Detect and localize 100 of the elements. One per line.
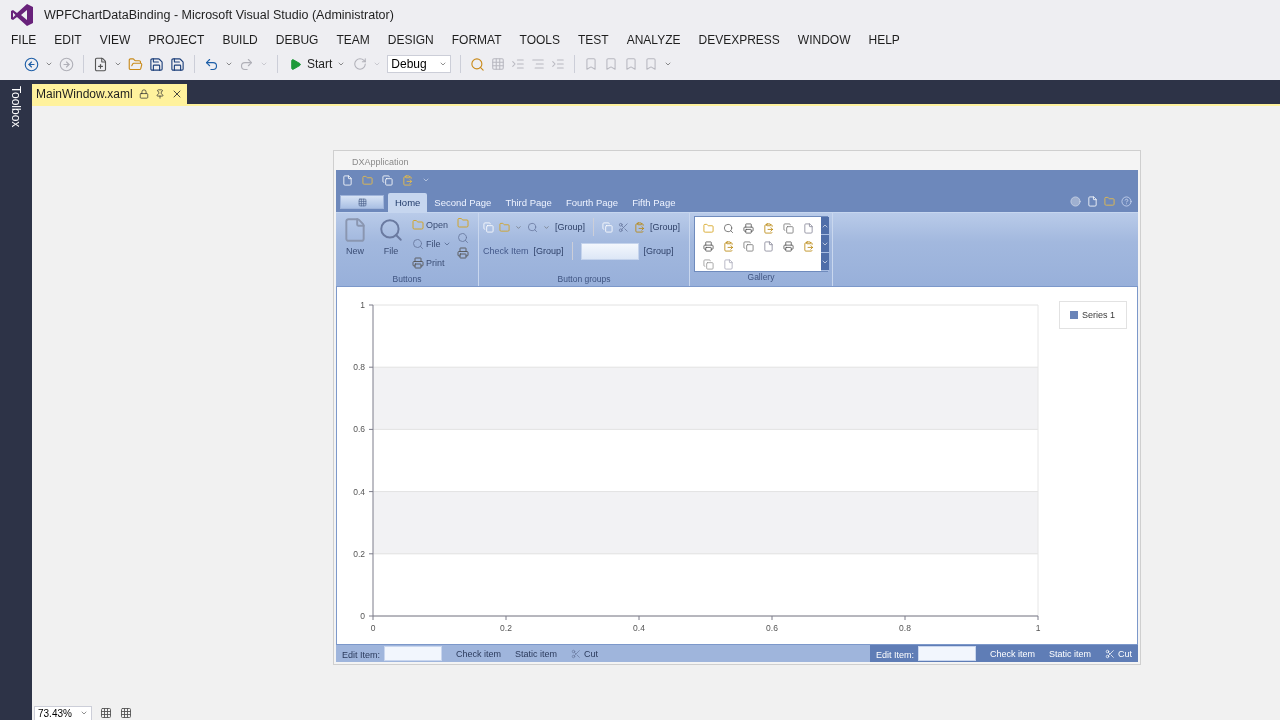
search-icon[interactable] <box>722 222 734 234</box>
cut-button[interactable]: Cut <box>571 648 599 659</box>
menu-item[interactable]: DEVEXPRESS <box>689 30 789 50</box>
file-icon[interactable] <box>722 258 734 270</box>
clipboard-icon[interactable] <box>722 240 734 252</box>
edit-field[interactable] <box>384 646 442 661</box>
back-icon[interactable] <box>24 56 39 72</box>
scissors-icon <box>1105 648 1115 659</box>
copy-icon[interactable] <box>382 174 393 186</box>
file-button[interactable]: File <box>376 215 406 274</box>
check-item[interactable]: Check item <box>989 648 1035 659</box>
configuration-dropdown[interactable]: Debug <box>387 55 452 73</box>
file-icon[interactable] <box>762 240 774 252</box>
copy-icon[interactable] <box>742 240 754 252</box>
search-icon[interactable] <box>456 232 469 244</box>
caret-icon <box>337 60 346 68</box>
y-tick-label: 1 <box>360 300 365 310</box>
grid-icon[interactable] <box>119 707 132 719</box>
open-button[interactable]: Open <box>412 217 451 233</box>
scissors-icon[interactable] <box>618 221 629 233</box>
menu-item[interactable]: TEST <box>569 30 618 50</box>
caret-icon <box>442 240 451 248</box>
menu-item[interactable]: HELP <box>859 30 909 50</box>
copy-icon[interactable] <box>602 221 613 233</box>
indent-icon[interactable] <box>551 57 566 71</box>
bookmark-icon[interactable] <box>584 57 599 71</box>
expand-button[interactable] <box>821 253 829 271</box>
save-all-icon[interactable] <box>170 56 185 72</box>
menu-item[interactable]: DEBUG <box>266 30 328 50</box>
caret-icon <box>45 60 53 68</box>
cut-button[interactable]: Cut <box>1105 648 1132 659</box>
toolbox-tab[interactable]: Toolbox <box>9 86 23 128</box>
check-item[interactable]: Check item <box>456 648 502 659</box>
menu-item[interactable]: TOOLS <box>510 30 569 50</box>
help-icon[interactable] <box>1121 196 1132 207</box>
folder-icon[interactable] <box>1104 196 1115 207</box>
printer-icon[interactable] <box>742 222 754 234</box>
undo-icon[interactable] <box>204 56 219 72</box>
pin-icon[interactable] <box>154 89 165 99</box>
refresh-icon[interactable] <box>353 57 368 71</box>
new-button[interactable]: New <box>340 215 370 274</box>
forward-icon[interactable] <box>59 56 74 72</box>
redo-icon[interactable] <box>239 56 254 72</box>
folder-icon[interactable] <box>499 221 510 233</box>
caret-icon <box>260 60 268 68</box>
caret-icon <box>515 223 522 231</box>
search-icon <box>378 217 404 243</box>
menu-item[interactable]: WINDOW <box>788 30 860 50</box>
application-menu-button[interactable] <box>340 195 384 209</box>
menu-item[interactable]: VIEW <box>90 30 140 50</box>
ribbon-field[interactable] <box>580 242 639 260</box>
start-button[interactable]: Start <box>287 57 348 71</box>
ribbon-tab[interactable]: Home <box>388 193 428 212</box>
save-icon[interactable] <box>149 56 164 72</box>
menu-item[interactable]: EDIT <box>45 30 91 50</box>
folder-icon[interactable] <box>456 217 469 229</box>
file-button[interactable]: File <box>412 236 451 252</box>
printer-icon[interactable] <box>456 247 469 259</box>
menu-item[interactable]: FORMAT <box>442 30 511 50</box>
menu-item[interactable]: DESIGN <box>378 30 443 50</box>
indent-icon[interactable] <box>511 57 526 71</box>
clipboard-icon[interactable] <box>762 222 774 234</box>
menu-item[interactable]: TEAM <box>327 30 379 50</box>
align-right-icon[interactable] <box>531 57 546 71</box>
grid-icon[interactable] <box>99 707 112 719</box>
gallery[interactable] <box>694 216 828 272</box>
x-tick-label: 0.6 <box>766 623 778 633</box>
file-icon[interactable] <box>802 222 814 234</box>
clipboard-icon[interactable] <box>634 221 645 233</box>
copy-icon[interactable] <box>782 222 794 234</box>
printer-icon[interactable] <box>782 240 794 252</box>
scroll-up-button[interactable] <box>821 217 829 235</box>
group-caption: Button groups <box>556 274 612 286</box>
bookmark-icon[interactable] <box>624 57 639 71</box>
print-button[interactable]: Print <box>412 255 451 271</box>
clipboard-icon[interactable] <box>802 240 814 252</box>
search-icon[interactable] <box>527 221 538 233</box>
visual-studio-logo <box>10 3 34 27</box>
circle-icon[interactable] <box>1070 196 1081 207</box>
bookmark-icon[interactable] <box>644 57 659 71</box>
check-item[interactable]: Check Item <box>483 246 529 256</box>
clipboard-icon[interactable] <box>402 174 413 186</box>
zoom-dropdown[interactable]: 73.43% <box>34 705 92 720</box>
menu-item[interactable]: FILE <box>2 30 46 50</box>
menu-item[interactable]: ANALYZE <box>617 30 690 50</box>
copy-icon[interactable] <box>702 258 714 270</box>
folder-icon[interactable] <box>128 56 143 72</box>
scroll-down-button[interactable] <box>821 235 829 253</box>
find-icon[interactable] <box>470 56 486 72</box>
window-title: WPFChartDataBinding - Microsoft Visual Studio (Administrator) <box>44 8 394 22</box>
bookmark-icon[interactable] <box>604 57 619 71</box>
copy-icon[interactable] <box>483 221 494 233</box>
printer-icon[interactable] <box>702 240 714 252</box>
menu-item[interactable]: BUILD <box>213 30 267 50</box>
folder-icon[interactable] <box>702 222 714 234</box>
document-tab[interactable]: MainWindow.xaml <box>32 84 187 104</box>
edit-field[interactable] <box>917 646 976 661</box>
menu-item[interactable]: PROJECT <box>139 30 214 50</box>
folder-icon[interactable] <box>362 174 373 186</box>
new-file-icon[interactable] <box>93 56 108 72</box>
